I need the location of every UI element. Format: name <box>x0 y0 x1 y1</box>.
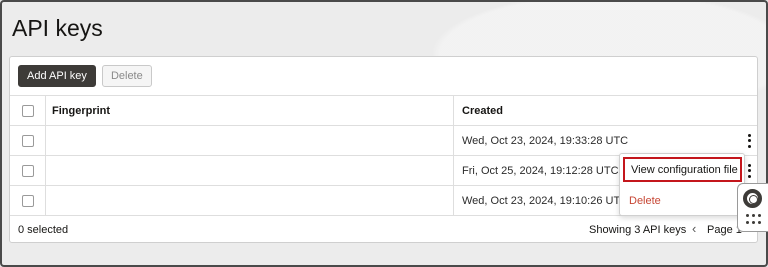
column-divider <box>45 186 46 215</box>
column-divider <box>453 186 454 215</box>
created-cell: Fri, Oct 25, 2024, 19:12:28 UTC <box>462 164 619 177</box>
delete-button[interactable]: Delete <box>101 65 152 87</box>
fingerprint-column-header[interactable]: Fingerprint <box>52 105 110 117</box>
kebab-icon[interactable] <box>746 163 752 178</box>
column-divider <box>45 126 46 155</box>
column-divider <box>45 96 46 125</box>
selected-count: 0 selected <box>18 224 69 236</box>
table-row: Wed, Oct 23, 2024, 19:33:28 UTC <box>10 125 757 155</box>
column-divider <box>45 156 46 185</box>
showing-count: Showing 3 API keys <box>589 224 687 236</box>
delete-menu-item[interactable]: Delete <box>629 195 661 207</box>
created-column-header[interactable]: Created <box>462 105 503 117</box>
table-header-row: Fingerprint Created <box>10 95 757 125</box>
lifebuoy-icon[interactable] <box>743 189 762 208</box>
created-cell: Wed, Oct 23, 2024, 19:33:28 UTC <box>462 134 629 147</box>
column-divider <box>453 156 454 185</box>
chevron-left-icon[interactable]: ‹ <box>692 221 696 236</box>
column-divider <box>453 96 454 125</box>
row-checkbox[interactable] <box>22 134 34 147</box>
screenshot-frame: API keys Add API key Delete Fingerprint … <box>0 0 768 267</box>
help-widget[interactable] <box>737 183 768 232</box>
page-title: API keys <box>12 15 103 41</box>
select-all-checkbox[interactable] <box>22 104 34 117</box>
kebab-icon[interactable] <box>746 133 752 148</box>
table-footer: 0 selected Showing 3 API keys ‹ Page 1 <box>10 215 757 243</box>
column-divider <box>453 126 454 155</box>
view-configuration-file-menu-item[interactable]: View configuration file <box>623 157 742 182</box>
add-api-key-button[interactable]: Add API key <box>18 65 96 87</box>
created-cell: Wed, Oct 23, 2024, 19:10:26 UTC <box>462 194 629 207</box>
grid-dots-icon[interactable] <box>746 214 762 226</box>
row-actions-menu: View configuration file Delete <box>619 153 745 216</box>
row-checkbox[interactable] <box>22 194 34 207</box>
toolbar: Add API key Delete <box>18 65 152 87</box>
row-checkbox[interactable] <box>22 164 34 177</box>
